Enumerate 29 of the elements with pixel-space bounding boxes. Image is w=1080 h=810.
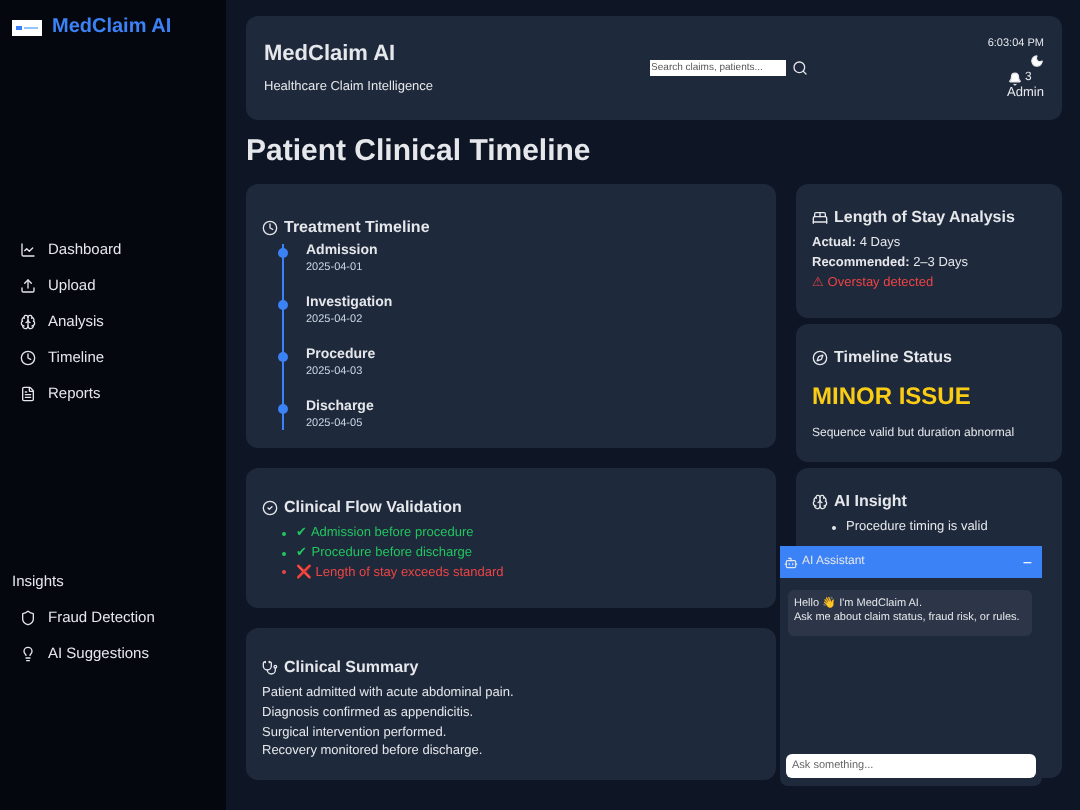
brain-icon: [20, 313, 36, 329]
robot-icon: [784, 555, 798, 569]
card-title: Clinical Flow Validation: [284, 498, 462, 516]
document-icon: [20, 385, 36, 401]
stethoscope-icon: [262, 659, 278, 675]
upload-icon: [20, 277, 36, 293]
check-circle-icon: [262, 499, 278, 515]
card-title: Treatment Timeline: [284, 218, 430, 236]
chart-icon: [20, 241, 36, 257]
brain-icon: [812, 493, 828, 509]
page-title: Patient Clinical Timeline: [246, 134, 593, 168]
card-title: Clinical Summary: [284, 658, 419, 676]
card-title: AI Insight: [834, 492, 907, 510]
bed-icon: [812, 209, 828, 225]
brand-name: MedClaim AI: [52, 16, 172, 38]
moon-icon[interactable]: [1029, 53, 1044, 67]
lightbulb-icon: [20, 645, 36, 661]
card-title: Length of Stay Analysis: [834, 208, 1015, 226]
clock-icon: [262, 219, 278, 235]
compass-icon: [812, 349, 828, 365]
card-title: Timeline Status: [834, 348, 952, 366]
clock-icon: [20, 349, 36, 365]
logo-icon: [12, 19, 42, 35]
minimize-button[interactable]: −: [1022, 553, 1032, 571]
shield-icon: [20, 609, 36, 625]
search-icon[interactable]: [791, 60, 808, 76]
app-title: MedClaim AI: [264, 42, 398, 66]
bell-icon[interactable]: [1007, 71, 1022, 85]
status-value: MINOR ISSUE: [812, 382, 973, 410]
